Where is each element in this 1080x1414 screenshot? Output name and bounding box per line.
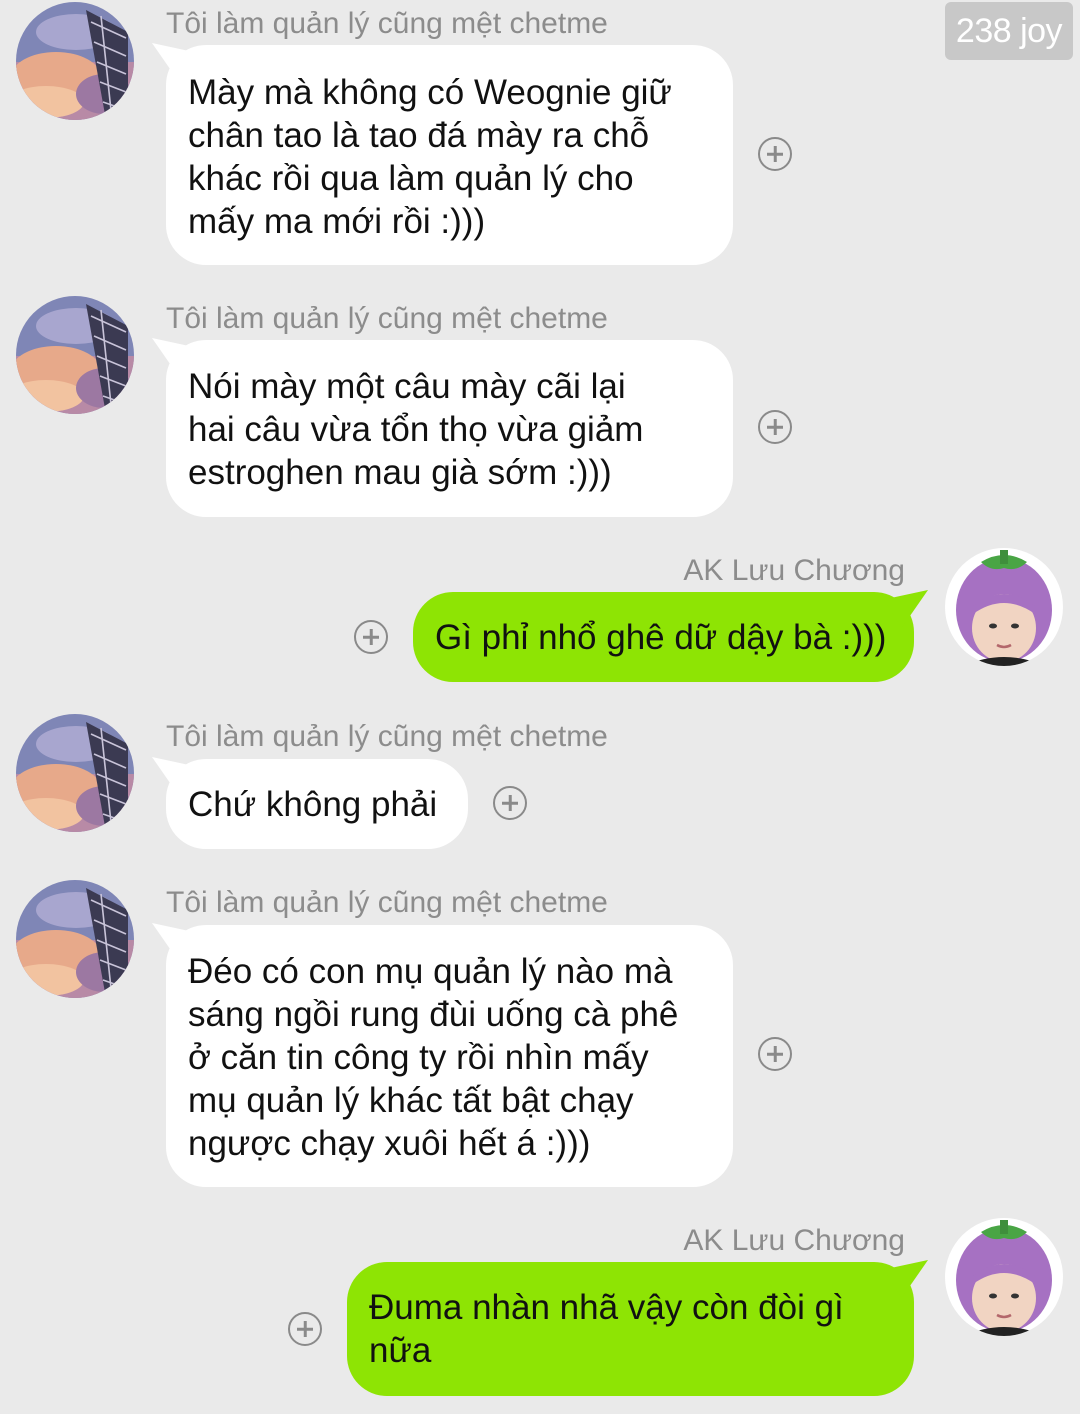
message-text: Mày mà không có Weognie giữ chân tao là … — [188, 73, 672, 241]
add-reaction-plus-icon[interactable] — [758, 137, 792, 171]
message-bubble-incoming[interactable]: Nói mày một câu mày cãi lại hai câu vừa … — [166, 340, 733, 517]
sender-name: Tôi làm quản lý cũng mệt chetme — [166, 720, 608, 753]
message-bubble-incoming[interactable]: Chứ không phải — [166, 759, 468, 849]
add-reaction-plus-icon[interactable] — [758, 410, 792, 444]
sender-name: Tôi làm quản lý cũng mệt chetme — [166, 886, 608, 919]
sender-name: AK Lưu Chương — [683, 554, 905, 587]
self-avatar[interactable] — [945, 1218, 1063, 1336]
add-reaction-plus-icon[interactable] — [288, 1312, 322, 1346]
message-bubble-incoming[interactable]: Đéo có con mụ quản lý nào mà sáng ngồi r… — [166, 925, 733, 1187]
sky-fire-escape-avatar-icon — [16, 880, 134, 998]
message-text: Nói mày một câu mày cãi lại hai câu vừa … — [188, 367, 644, 492]
message-text: Đuma nhàn nhã vậy còn đòi gì nữa — [369, 1288, 844, 1370]
contact-avatar[interactable] — [16, 714, 134, 832]
contact-avatar[interactable] — [16, 880, 134, 998]
self-avatar[interactable] — [945, 548, 1063, 666]
sky-fire-escape-avatar-icon — [16, 2, 134, 120]
eggplant-hat-avatar-icon — [945, 1218, 1063, 1336]
sender-name: Tôi làm quản lý cũng mệt chetme — [166, 7, 608, 40]
message-bubble-incoming[interactable]: Mày mà không có Weognie giữ chân tao là … — [166, 45, 733, 265]
message-bubble-outgoing[interactable]: Đuma nhàn nhã vậy còn đòi gì nữa — [347, 1262, 914, 1396]
sky-fire-escape-avatar-icon — [16, 714, 134, 832]
sky-fire-escape-avatar-icon — [16, 296, 134, 414]
message-text: Chứ không phải — [188, 785, 438, 824]
watermark-label: 238 joy — [945, 2, 1073, 60]
message-text: Đéo có con mụ quản lý nào mà sáng ngồi r… — [188, 952, 679, 1163]
message-bubble-outgoing[interactable]: Gì phỉ nhổ ghê dữ dậy bà :))) — [413, 592, 914, 682]
message-text: Gì phỉ nhổ ghê dữ dậy bà :))) — [435, 618, 887, 657]
eggplant-hat-avatar-icon — [945, 548, 1063, 666]
add-reaction-plus-icon[interactable] — [493, 786, 527, 820]
sender-name: Tôi làm quản lý cũng mệt chetme — [166, 302, 608, 335]
contact-avatar[interactable] — [16, 2, 134, 120]
add-reaction-plus-icon[interactable] — [758, 1037, 792, 1071]
sender-name: AK Lưu Chương — [683, 1224, 905, 1257]
add-reaction-plus-icon[interactable] — [354, 620, 388, 654]
contact-avatar[interactable] — [16, 296, 134, 414]
